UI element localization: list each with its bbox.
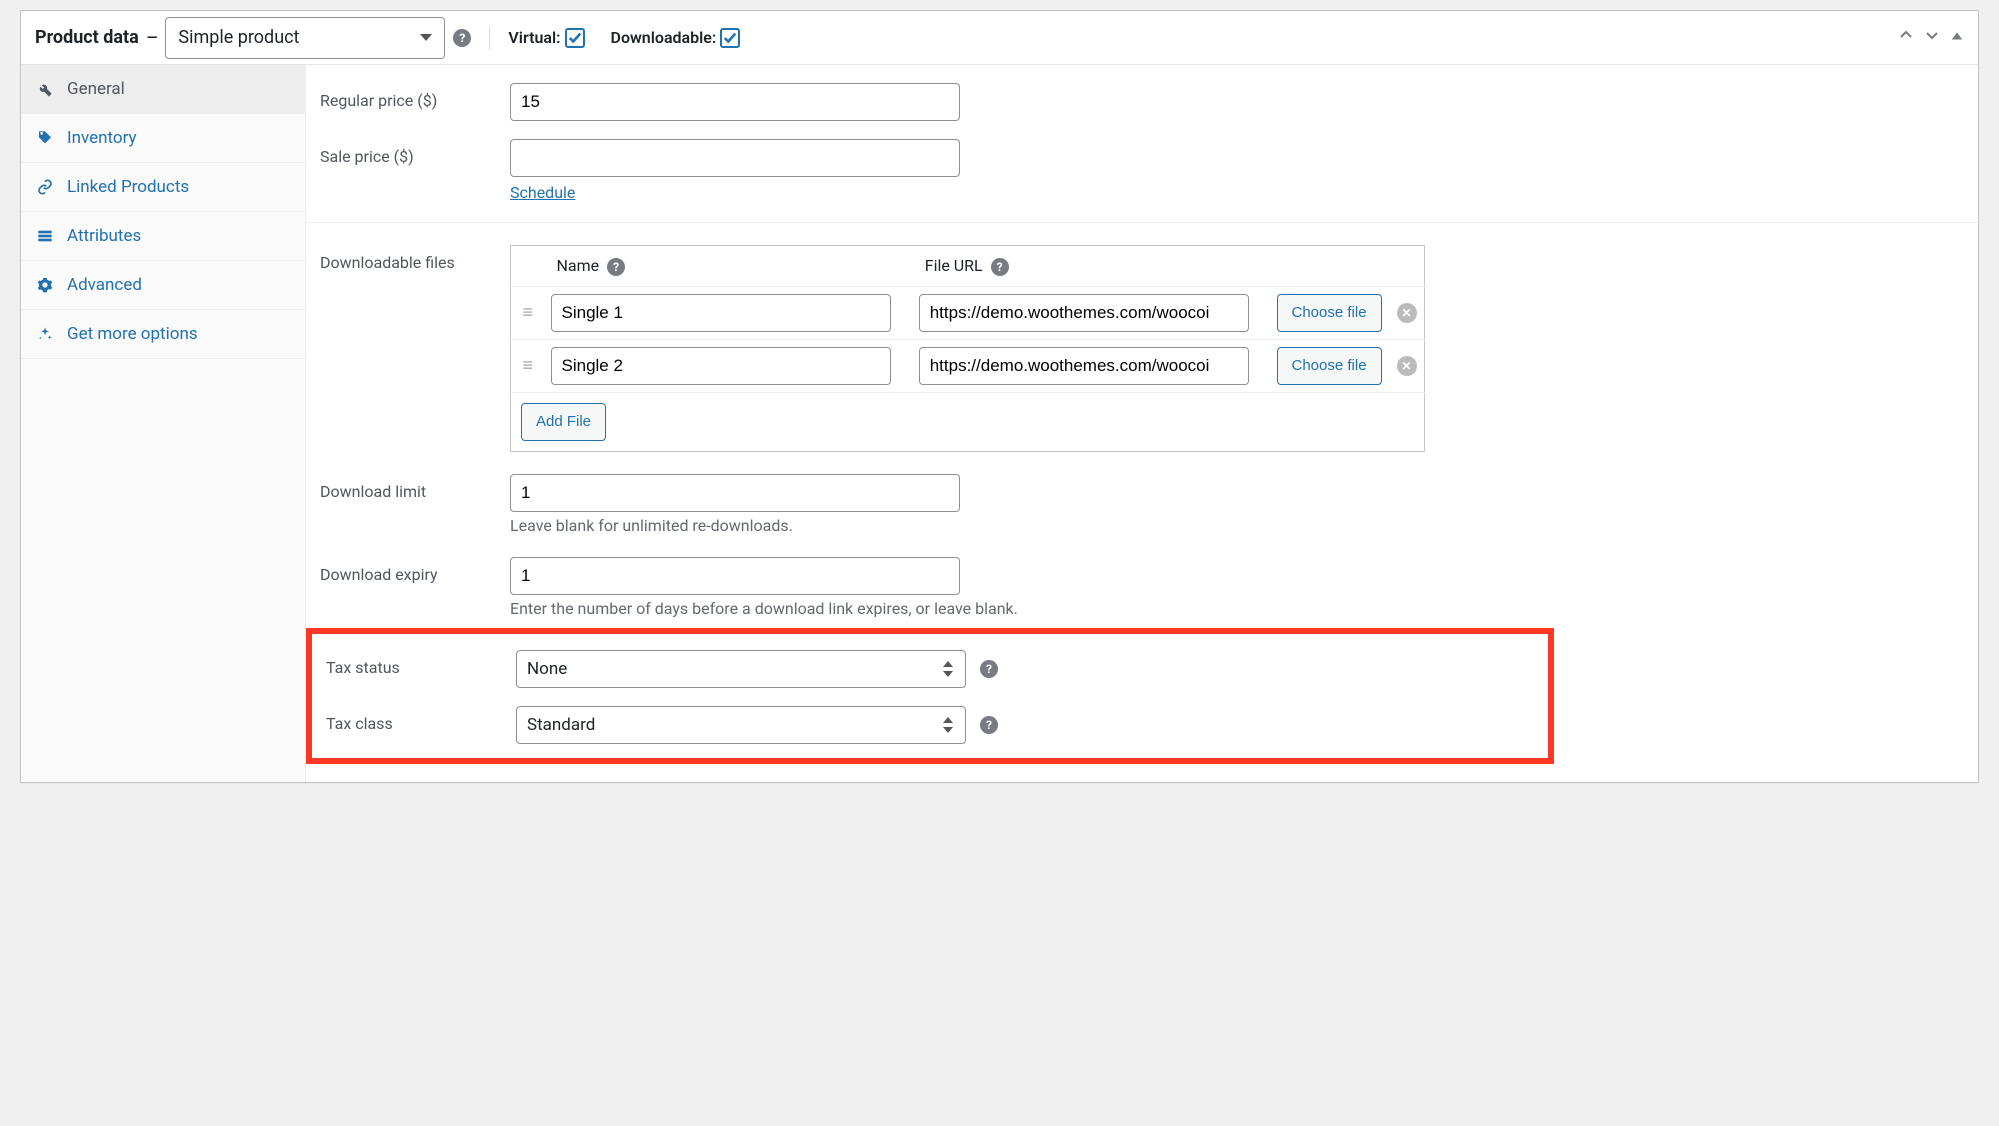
product-data-panel: Product data — Simple product ? Virtual:…	[20, 10, 1979, 783]
add-file-button[interactable]: Add File	[521, 403, 606, 441]
tab-label: Linked Products	[67, 177, 189, 197]
sale-price-row: Sale price ($) Schedule	[320, 139, 1964, 202]
url-header: File URL ?	[913, 246, 1271, 287]
tab-attributes[interactable]: Attributes	[21, 212, 305, 261]
panel-header: Product data — Simple product ? Virtual:…	[21, 11, 1978, 65]
tax-highlight: Tax status None ? Tax class Standard	[306, 628, 1554, 764]
product-type-select[interactable]: Simple product	[165, 17, 445, 59]
wrench-icon	[37, 81, 55, 97]
download-limit-input[interactable]	[510, 474, 960, 512]
regular-price-input[interactable]	[510, 83, 960, 121]
tab-label: General	[67, 79, 125, 99]
download-expiry-label: Download expiry	[320, 557, 510, 584]
choose-file-button[interactable]: Choose file	[1277, 347, 1382, 385]
virtual-checkbox[interactable]	[565, 28, 585, 48]
tab-general[interactable]: General	[21, 65, 305, 114]
file-row: ≡ Choose file ✕	[511, 339, 1425, 392]
file-url-input[interactable]	[919, 347, 1249, 385]
virtual-label: Virtual:	[508, 28, 560, 47]
sparkle-icon	[37, 326, 55, 342]
tab-linked[interactable]: Linked Products	[21, 163, 305, 212]
tax-class-row: Tax class Standard ?	[312, 706, 1534, 744]
product-type-value: Simple product	[178, 27, 299, 48]
tab-label: Inventory	[67, 128, 137, 148]
download-expiry-row: Download expiry Enter the number of days…	[320, 557, 1964, 618]
file-url-input[interactable]	[919, 294, 1249, 332]
help-icon[interactable]: ?	[980, 660, 998, 678]
gear-icon	[37, 277, 55, 293]
tab-label: Advanced	[67, 275, 142, 295]
general-panel: Regular price ($) Sale price ($) Schedul…	[306, 65, 1978, 782]
tax-status-row: Tax status None ?	[312, 650, 1534, 688]
tab-inventory[interactable]: Inventory	[21, 114, 305, 163]
name-header: Name ?	[545, 246, 913, 287]
download-limit-row: Download limit Leave blank for unlimited…	[320, 474, 1964, 535]
tax-class-select[interactable]: Standard	[516, 706, 966, 744]
tax-status-value: None	[527, 659, 567, 679]
drag-handle-icon[interactable]: ≡	[511, 286, 545, 339]
download-expiry-input[interactable]	[510, 557, 960, 595]
delete-file-icon[interactable]: ✕	[1397, 303, 1417, 323]
file-row: ≡ Choose file ✕	[511, 286, 1425, 339]
tab-advanced[interactable]: Advanced	[21, 261, 305, 310]
help-icon[interactable]: ?	[991, 258, 1009, 276]
downloadable-checkbox-group: Downloadable:	[611, 28, 741, 48]
tag-icon	[37, 130, 55, 146]
sale-price-input[interactable]	[510, 139, 960, 177]
help-icon[interactable]: ?	[607, 258, 625, 276]
move-up-icon[interactable]	[1898, 27, 1914, 48]
collapse-icon[interactable]	[1950, 27, 1964, 48]
download-limit-hint: Leave blank for unlimited re-downloads.	[510, 516, 1964, 535]
link-icon	[37, 179, 55, 195]
file-name-input[interactable]	[551, 347, 891, 385]
product-tabs: General Inventory Linked Products Attrib…	[21, 65, 306, 782]
downloadable-files-label: Downloadable files	[320, 245, 510, 272]
tax-status-label: Tax status	[312, 650, 516, 677]
tax-status-select[interactable]: None	[516, 650, 966, 688]
sale-price-label: Sale price ($)	[320, 139, 510, 166]
tab-label: Get more options	[67, 324, 198, 344]
dash: —	[147, 30, 158, 46]
regular-price-row: Regular price ($)	[320, 83, 1964, 121]
regular-price-label: Regular price ($)	[320, 83, 510, 110]
drag-handle-icon[interactable]: ≡	[511, 339, 545, 392]
separator	[489, 26, 490, 50]
virtual-checkbox-group: Virtual:	[508, 28, 584, 48]
downloadable-files-table: Name ? File URL ?	[510, 245, 1425, 452]
schedule-link[interactable]: Schedule	[510, 183, 575, 202]
divider	[306, 222, 1978, 223]
downloadable-files-row: Downloadable files Name ? File	[320, 245, 1964, 452]
help-icon[interactable]: ?	[453, 29, 471, 47]
tab-more[interactable]: Get more options	[21, 310, 305, 359]
tab-label: Attributes	[67, 226, 141, 246]
file-name-input[interactable]	[551, 294, 891, 332]
download-expiry-hint: Enter the number of days before a downlo…	[510, 599, 1964, 618]
panel-controls	[1898, 27, 1964, 48]
help-icon[interactable]: ?	[980, 716, 998, 734]
panel-title: Product data	[35, 27, 139, 48]
downloadable-label: Downloadable:	[611, 28, 717, 47]
download-limit-label: Download limit	[320, 474, 510, 501]
move-down-icon[interactable]	[1924, 27, 1940, 48]
tax-class-label: Tax class	[312, 706, 516, 733]
panel-body: General Inventory Linked Products Attrib…	[21, 65, 1978, 782]
delete-file-icon[interactable]: ✕	[1397, 356, 1417, 376]
list-icon	[37, 228, 55, 244]
choose-file-button[interactable]: Choose file	[1277, 294, 1382, 332]
downloadable-checkbox[interactable]	[720, 28, 740, 48]
tax-class-value: Standard	[527, 715, 595, 735]
